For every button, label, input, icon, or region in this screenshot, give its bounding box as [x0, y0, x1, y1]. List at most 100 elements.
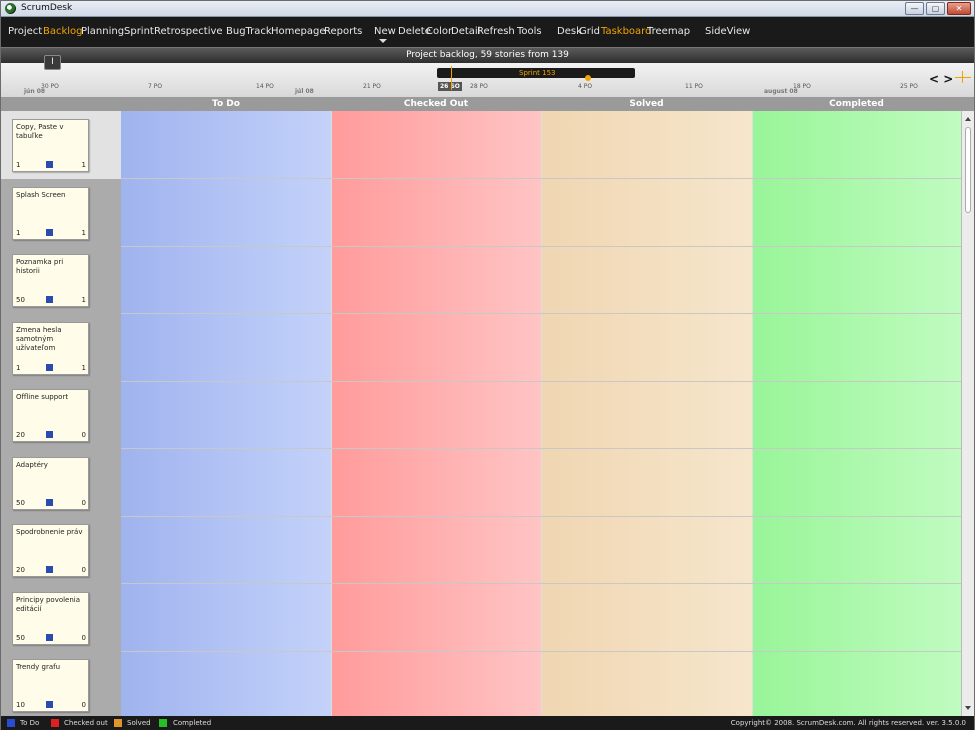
story-points: 20	[16, 566, 25, 574]
story-card[interactable]: Spodrobnenie práv 20 0	[12, 524, 89, 577]
app-window: ScrumDesk — ▢ ✕ Project Backlog Planning…	[0, 0, 975, 730]
menu-treemap[interactable]: Treemap	[647, 26, 690, 37]
story-row: Poznamka pri historii 50 1	[1, 246, 961, 314]
timeline-day: 14 PO	[256, 83, 274, 90]
legend-swatch-completed	[159, 719, 167, 727]
menu-backlog[interactable]: Backlog	[43, 26, 83, 37]
scroll-down-icon[interactable]	[965, 706, 971, 710]
menu-retrospective[interactable]: Retrospective	[154, 26, 223, 37]
info-button[interactable]: I	[44, 55, 61, 70]
story-row-header: Zmena hesla samotným užívateľom 1 1	[1, 314, 121, 382]
menu-reports[interactable]: Reports	[324, 26, 362, 37]
story-row-header: Poznamka pri historii 50 1	[1, 246, 121, 314]
story-status-icon	[46, 229, 53, 236]
story-priority: 0	[81, 431, 86, 439]
story-card[interactable]: Zmena hesla samotným užívateľom 1 1	[12, 322, 89, 375]
legend-swatch-checked-out	[51, 719, 59, 727]
app-logo-icon	[5, 3, 16, 14]
story-row: Offline support 20 0	[1, 381, 961, 449]
timeline[interactable]: 30 PO 7 PO 14 PO 21 PO 26 SO 28 PO 4 PO …	[1, 63, 974, 97]
story-row: Principy povolenia editácií 50 0	[1, 584, 961, 652]
timeline-zoom-icon[interactable]	[955, 77, 971, 78]
sprint-bar[interactable]: Sprint 153	[437, 68, 635, 78]
vertical-scrollbar[interactable]	[961, 111, 974, 716]
timeline-today: 26 SO	[438, 82, 462, 91]
menu-bugtrack[interactable]: BugTrack	[226, 26, 272, 37]
menu-grid[interactable]: Grid	[579, 26, 600, 37]
story-row-header: Trendy grafu 10 0	[1, 651, 121, 716]
story-card[interactable]: Offline support 20 0	[12, 389, 89, 442]
menu-homepage[interactable]: Homepage	[271, 26, 326, 37]
story-points: 1	[16, 229, 21, 237]
backlog-info-strip: Project backlog, 59 stories from 139	[1, 47, 974, 63]
minimize-button[interactable]: —	[905, 2, 924, 15]
story-name: Poznamka pri historii	[16, 258, 64, 275]
backlog-summary: Project backlog, 59 stories from 139	[406, 50, 569, 60]
timeline-day: 11 PO	[685, 83, 703, 90]
story-name: Offline support	[16, 393, 69, 401]
story-row: Copy, Paste v tabuľke 1 1	[1, 111, 961, 179]
story-points: 20	[16, 431, 25, 439]
story-status-icon	[46, 431, 53, 438]
story-priority: 1	[81, 364, 86, 372]
menu-bar: Project Backlog Planning Sprint Retrospe…	[1, 17, 974, 47]
story-card[interactable]: Poznamka pri historii 50 1	[12, 254, 89, 307]
timeline-zoom-handle[interactable]	[962, 71, 963, 83]
menu-sprint[interactable]: Sprint	[124, 26, 154, 37]
timeline-month: júl 08	[295, 88, 314, 95]
story-row: Zmena hesla samotným užívateľom 1 1	[1, 314, 961, 382]
menu-color[interactable]: Color	[426, 26, 452, 37]
column-header-checked-out: Checked Out	[403, 99, 469, 109]
story-card[interactable]: Trendy grafu 10 0	[12, 659, 89, 712]
timeline-day: 21 PO	[363, 83, 381, 90]
story-row: Adaptéry 50 0	[1, 449, 961, 517]
timeline-day: 25 PO	[900, 83, 918, 90]
taskboard-column-headers: To Do Checked Out Solved Completed	[1, 97, 974, 111]
scroll-up-icon[interactable]	[965, 117, 971, 121]
story-name: Adaptéry	[16, 461, 48, 469]
scroll-thumb[interactable]	[965, 127, 971, 213]
story-card[interactable]: Splash Screen 1 1	[12, 187, 89, 240]
story-points: 10	[16, 701, 25, 709]
story-name: Spodrobnenie práv	[16, 528, 83, 536]
story-row-header: Copy, Paste v tabuľke 1 1	[1, 111, 121, 179]
story-card[interactable]: Principy povolenia editácií 50 0	[12, 592, 89, 645]
story-status-icon	[46, 296, 53, 303]
story-status-icon	[46, 499, 53, 506]
menu-sideview[interactable]: SideView	[705, 26, 750, 37]
story-row: Spodrobnenie práv 20 0	[1, 516, 961, 584]
timeline-month: august 08	[764, 88, 798, 95]
legend-label-todo: To Do	[20, 719, 40, 727]
timeline-day: 7 PO	[148, 83, 163, 90]
copyright-text: Copyright© 2008. ScrumDesk.com. All righ…	[730, 719, 966, 727]
story-row-header: Spodrobnenie práv 20 0	[1, 516, 121, 584]
menu-refresh[interactable]: Refresh	[477, 26, 515, 37]
timeline-nav-arrows-icon[interactable]: < >	[929, 72, 953, 86]
story-name: Copy, Paste v tabuľke	[16, 123, 64, 140]
legend-label-checked-out: Checked out	[64, 719, 108, 727]
story-priority: 1	[81, 229, 86, 237]
story-card[interactable]: Adaptéry 50 0	[12, 457, 89, 510]
column-header-completed: Completed	[829, 99, 884, 109]
menu-project[interactable]: Project	[8, 26, 42, 37]
legend-label-solved: Solved	[127, 719, 151, 727]
column-header-solved: Solved	[629, 99, 664, 109]
maximize-button[interactable]: ▢	[926, 2, 945, 15]
sprint-end-marker[interactable]	[585, 75, 591, 81]
story-name: Zmena hesla samotným užívateľom	[16, 326, 62, 352]
column-header-todo: To Do	[212, 99, 240, 109]
story-card[interactable]: Copy, Paste v tabuľke 1 1	[12, 119, 89, 172]
legend-swatch-todo	[7, 719, 15, 727]
story-points: 50	[16, 499, 25, 507]
story-priority: 1	[81, 161, 86, 169]
menu-tools[interactable]: Tools	[517, 26, 542, 37]
new-dropdown-arrow-icon[interactable]	[379, 39, 387, 43]
menu-planning[interactable]: Planning	[81, 26, 124, 37]
menu-new[interactable]: New	[374, 26, 396, 37]
window-title: ScrumDesk	[21, 3, 73, 13]
story-points: 1	[16, 161, 21, 169]
story-points: 50	[16, 634, 25, 642]
story-points: 1	[16, 364, 21, 372]
menu-taskboard[interactable]: Taskboard	[601, 26, 651, 37]
close-button[interactable]: ✕	[947, 2, 971, 15]
